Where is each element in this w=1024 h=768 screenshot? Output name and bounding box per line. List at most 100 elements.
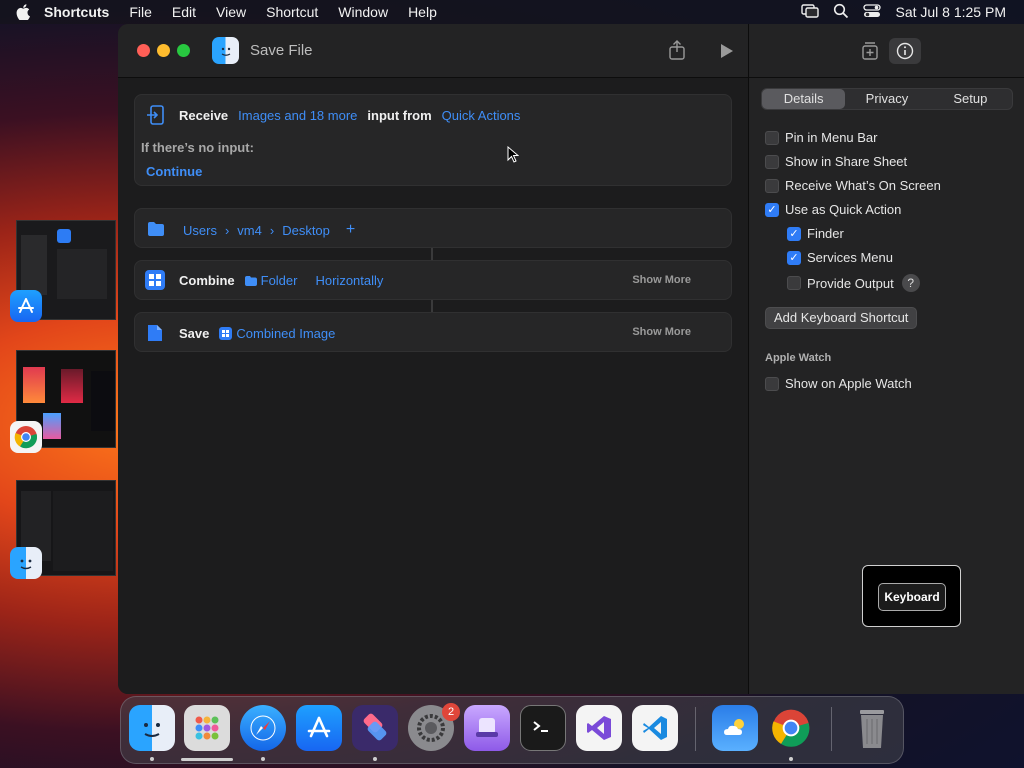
tab-setup[interactable]: Setup (929, 89, 1012, 109)
screen-mirroring-icon[interactable] (801, 3, 820, 21)
pin-in-menu-bar-checkbox[interactable]: Pin in Menu Bar (765, 130, 878, 145)
launchpad-icon[interactable] (184, 705, 230, 751)
vscode-icon[interactable] (632, 705, 678, 751)
close-button[interactable] (137, 44, 150, 57)
save-action-card[interactable]: Save Combined Image Show More (134, 312, 732, 352)
checkbox-icon[interactable] (765, 154, 779, 169)
running-indicator (789, 757, 793, 761)
combine-show-more[interactable]: Show More (632, 274, 691, 286)
run-icon[interactable] (720, 43, 734, 64)
trash-icon[interactable] (849, 705, 895, 751)
receive-action-card[interactable]: Receive Images and 18 more input from Qu… (134, 94, 732, 186)
use-as-quick-action-checkbox[interactable]: ✓ Use as Quick Action (765, 202, 901, 217)
services-menu-checkbox[interactable]: ✓ Services Menu (787, 250, 893, 265)
apple-menu-icon[interactable] (0, 4, 34, 20)
app-store-icon[interactable] (296, 705, 342, 751)
apple-watch-section-title: Apple Watch (765, 352, 832, 364)
checkbox-icon[interactable] (787, 276, 801, 290)
share-icon[interactable] (668, 40, 686, 65)
spotlight-search-icon[interactable] (833, 3, 849, 22)
running-indicator (150, 757, 154, 761)
chevron-right-icon: › (269, 222, 275, 238)
add-to-library-icon[interactable] (861, 41, 879, 66)
services-menu-label: Services Menu (807, 250, 893, 265)
app-store-icon[interactable] (10, 290, 42, 322)
tab-details[interactable]: Details (762, 89, 846, 109)
save-show-more[interactable]: Show More (632, 326, 691, 338)
show-on-apple-watch-checkbox[interactable]: Show on Apple Watch (765, 376, 912, 391)
finder-icon[interactable] (129, 705, 175, 751)
action-connector (431, 248, 433, 260)
terminal-icon[interactable] (520, 705, 566, 751)
combine-mode-token[interactable]: Horizontally (315, 273, 383, 288)
menu-shortcut[interactable]: Shortcut (256, 4, 328, 20)
help-button[interactable]: ? (901, 274, 920, 292)
chrome-icon[interactable] (768, 705, 814, 751)
folder-action-card[interactable]: Users › vm4 › Desktop + (134, 208, 732, 248)
receive-types-token[interactable]: Images and 18 more (238, 108, 357, 123)
path-vm4[interactable]: vm4 (237, 223, 262, 238)
menu-help[interactable]: Help (398, 4, 447, 20)
finder-checkbox[interactable]: ✓ Finder (787, 226, 844, 241)
combine-small-icon (219, 327, 233, 340)
menu-file[interactable]: File (119, 4, 162, 20)
shortcuts-icon[interactable] (352, 705, 398, 751)
checkbox-icon[interactable] (765, 178, 779, 193)
provide-output-checkbox[interactable]: Provide Output ? (787, 274, 920, 292)
path-desktop[interactable]: Desktop (282, 223, 330, 238)
clock-datetime[interactable]: Sat Jul 8 1:25 PM (895, 4, 1006, 20)
chevron-right-icon: › (224, 222, 230, 238)
path-users[interactable]: Users (183, 223, 217, 238)
checkmark-icon[interactable]: ✓ (765, 202, 779, 217)
folder-icon (147, 221, 165, 242)
add-path-button[interactable]: + (346, 221, 355, 239)
control-center-icon[interactable] (863, 3, 882, 21)
window-title[interactable]: Save File (250, 42, 313, 59)
receive-source-token[interactable]: Quick Actions (442, 108, 521, 123)
dock-separator (695, 707, 696, 751)
menu-view[interactable]: View (206, 4, 256, 20)
save-input-label: Combined Image (236, 326, 336, 341)
save-label: Save (179, 326, 210, 341)
weather-icon[interactable] (712, 705, 758, 751)
finder-label: Finder (807, 226, 844, 241)
chrome-icon[interactable] (10, 421, 42, 453)
receive-on-screen-checkbox[interactable]: Receive What’s On Screen (765, 178, 941, 193)
keyboard-tooltip: Keyboard (862, 565, 961, 627)
title-bar: Save File (118, 24, 748, 78)
running-indicator (373, 757, 377, 761)
folder-small-icon (244, 275, 257, 286)
add-keyboard-shortcut-button[interactable]: Add Keyboard Shortcut (765, 307, 918, 329)
provide-output-label: Provide Output (807, 275, 894, 291)
dock: 2 (120, 696, 904, 764)
combine-input-label: Folder (260, 273, 298, 288)
info-icon[interactable] (889, 38, 921, 64)
minimize-button[interactable] (157, 44, 170, 57)
checkmark-icon[interactable]: ✓ (787, 226, 801, 241)
save-input-token[interactable]: Combined Image (219, 326, 335, 341)
show-in-share-sheet-checkbox[interactable]: Show in Share Sheet (765, 154, 907, 169)
no-input-continue-token[interactable]: Continue (146, 164, 202, 179)
running-indicator (261, 757, 265, 761)
menu-edit[interactable]: Edit (162, 4, 206, 20)
combine-action-card[interactable]: Combine Folder Horizontally Show More (134, 260, 732, 300)
shortcut-app-icon[interactable] (212, 37, 239, 64)
keyboard-button[interactable]: Keyboard (878, 583, 946, 611)
receive-icon (147, 105, 165, 130)
menu-app-name[interactable]: Shortcuts (34, 4, 119, 20)
safari-icon[interactable] (240, 705, 286, 751)
menu-bar: Shortcuts File Edit View Shortcut Window… (0, 0, 1024, 24)
show-on-apple-watch-label: Show on Apple Watch (785, 376, 912, 391)
checkbox-icon[interactable] (765, 376, 779, 391)
tab-privacy[interactable]: Privacy (845, 89, 928, 109)
checkmark-icon[interactable]: ✓ (787, 250, 801, 265)
save-file-icon (147, 324, 163, 347)
menu-window[interactable]: Window (328, 4, 398, 20)
podcasts-icon[interactable] (464, 705, 510, 751)
combine-input-token[interactable]: Folder (244, 273, 298, 288)
finder-icon[interactable] (10, 547, 42, 579)
visual-studio-icon[interactable] (576, 705, 622, 751)
checkbox-icon[interactable] (765, 130, 779, 145)
input-from-label: input from (367, 108, 432, 123)
zoom-button[interactable] (177, 44, 190, 57)
